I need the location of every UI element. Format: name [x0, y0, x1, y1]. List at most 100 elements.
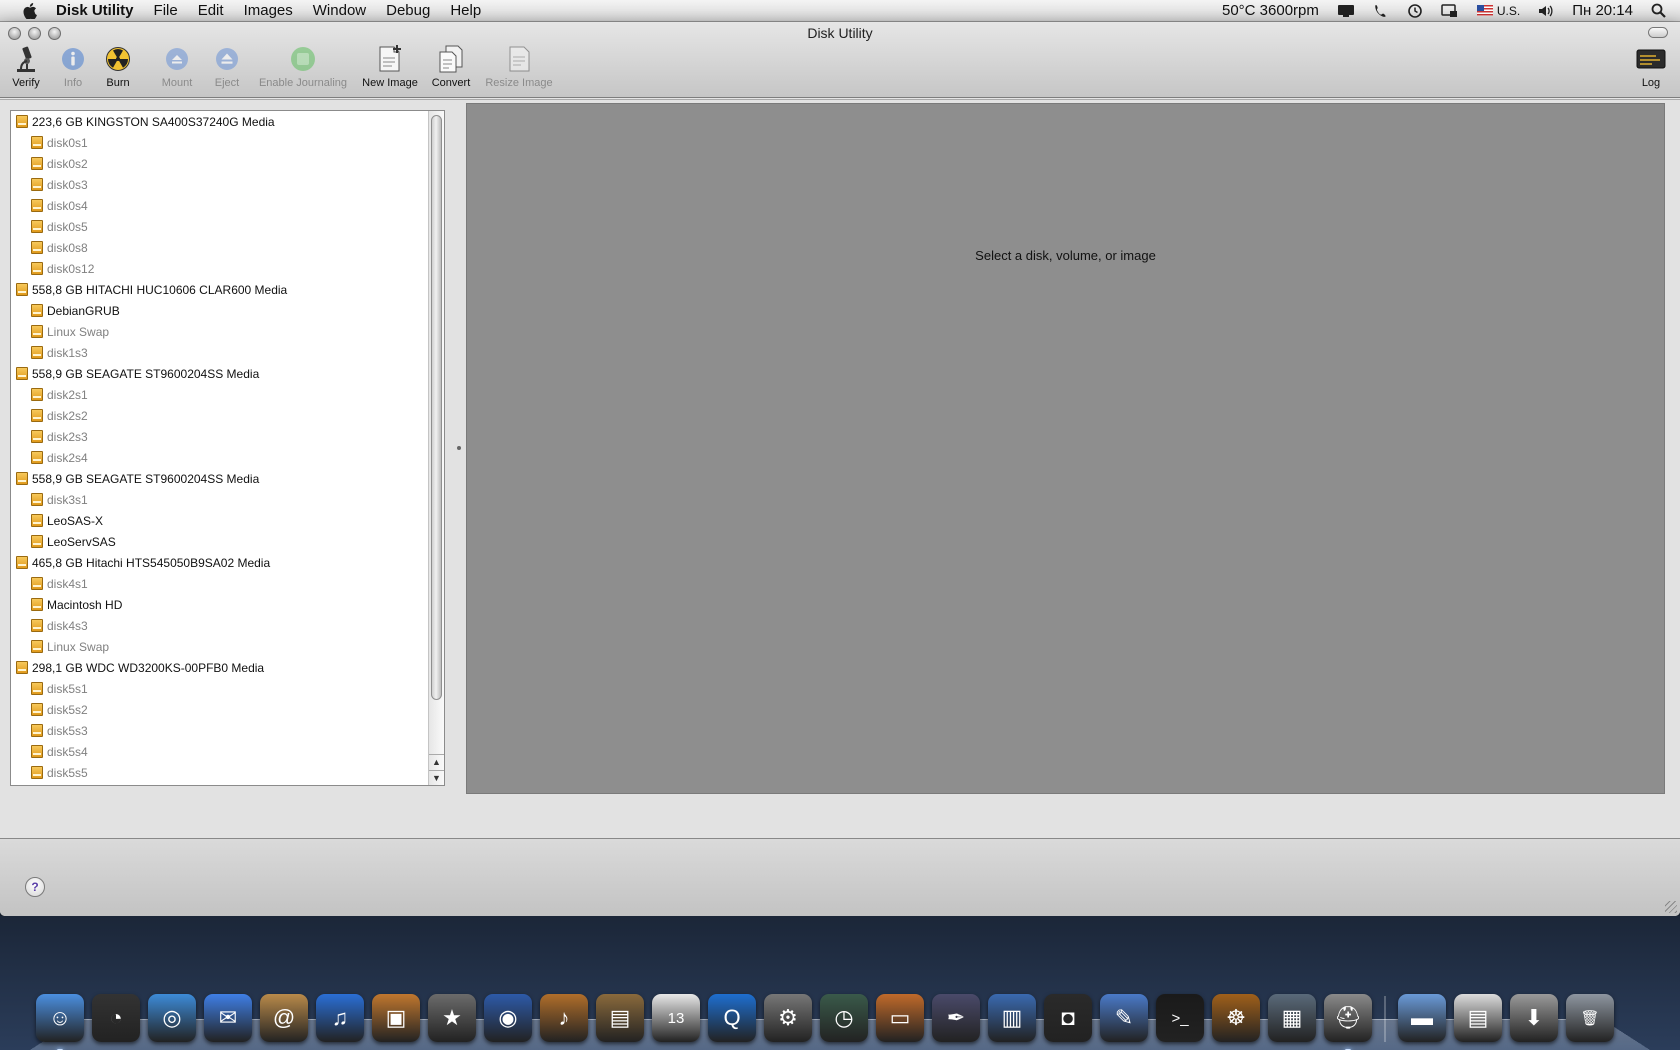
burn-button[interactable]: Burn [102, 44, 134, 98]
volume-row[interactable]: disk5s5 [11, 762, 428, 783]
itunes-icon[interactable]: ♫ [316, 994, 364, 1042]
volume-row[interactable]: disk2s1 [11, 384, 428, 405]
volume-icon [31, 199, 43, 212]
verify-button[interactable]: Verify [8, 44, 44, 98]
disk-row[interactable]: 223,6 GB KINGSTON SA400S37240G Media [11, 111, 428, 132]
dashboard-icon[interactable]: ◔ [92, 994, 140, 1042]
safari-icon[interactable]: ◎ [148, 994, 196, 1042]
applications-folder-icon[interactable]: ▬ [1398, 994, 1446, 1042]
photo-booth-icon[interactable]: ◘ [1044, 994, 1092, 1042]
idvd-icon[interactable]: ◉ [484, 994, 532, 1042]
hard-disk-icon [16, 661, 28, 674]
terminal-icon[interactable]: >_ [1156, 994, 1204, 1042]
volume-row[interactable]: disk5s2 [11, 699, 428, 720]
menu-window[interactable]: Window [303, 2, 376, 19]
toolbar-toggle-button[interactable] [1648, 27, 1668, 38]
spotlight-search-icon[interactable] [1642, 3, 1680, 18]
volume-row[interactable]: disk5s4 [11, 741, 428, 762]
volume-row[interactable]: disk5s3 [11, 720, 428, 741]
disk-row[interactable]: 465,8 GB Hitachi HTS545050B9SA02 Media [11, 552, 428, 573]
sidebar-scrollbar[interactable]: ▲ ▼ [428, 111, 444, 785]
imovie-icon[interactable]: ★ [428, 994, 476, 1042]
volume-row[interactable]: disk0s4 [11, 195, 428, 216]
volume-row[interactable]: disk4s3 [11, 615, 428, 636]
volume-row[interactable]: Macintosh HD [11, 594, 428, 615]
xcode-icon[interactable]: ✎ [1100, 994, 1148, 1042]
disk-row[interactable]: 558,9 GB SEAGATE ST9600204SS Media [11, 363, 428, 384]
volume-row[interactable]: LeoSAS-X [11, 510, 428, 531]
volume-row[interactable]: disk0s8 [11, 237, 428, 258]
menu-app-name[interactable]: Disk Utility [50, 2, 144, 19]
volume-row[interactable]: disk0s2 [11, 153, 428, 174]
volume-row[interactable]: disk1s3 [11, 342, 428, 363]
menu-edit[interactable]: Edit [188, 2, 234, 19]
log-button[interactable]: Log [1634, 44, 1668, 98]
screen-mirror-icon[interactable] [1432, 3, 1468, 19]
downloads-stack-icon[interactable]: ⬇ [1510, 994, 1558, 1042]
volume-row[interactable]: disk2s2 [11, 405, 428, 426]
numbers-icon[interactable]: ▥ [988, 994, 1036, 1042]
volume-row[interactable]: DebianGRUB [11, 300, 428, 321]
disk-row[interactable]: 558,9 GB SEAGATE ST9600204SS Media [11, 468, 428, 489]
trash-icon[interactable]: 🗑 [1566, 994, 1614, 1042]
menu-file[interactable]: File [144, 2, 188, 19]
address-book-icon[interactable]: @ [260, 994, 308, 1042]
system-preferences-icon[interactable]: ⚙ [764, 994, 812, 1042]
resize-grip-icon[interactable] [1665, 901, 1677, 913]
new-image-icon [374, 44, 406, 74]
menu-images[interactable]: Images [234, 2, 303, 19]
ichat-icon[interactable]: ✉ [204, 994, 252, 1042]
hard-disk-icon [16, 556, 28, 569]
convert-button[interactable]: Convert [428, 44, 474, 98]
time-machine-icon[interactable]: ◷ [820, 994, 868, 1042]
volume-row[interactable]: disk0s5 [11, 216, 428, 237]
volume-row[interactable]: disk2s4 [11, 447, 428, 468]
script-editor-icon[interactable]: ✒ [932, 994, 980, 1042]
menu-help[interactable]: Help [440, 2, 491, 19]
apple-menu-icon[interactable] [18, 2, 42, 19]
activity-monitor-icon[interactable]: ▦ [1268, 994, 1316, 1042]
help-button[interactable]: ? [25, 877, 45, 897]
sidebar-scroll-thumb[interactable] [431, 115, 442, 700]
resize-image-button[interactable]: Resize Image [484, 44, 554, 98]
scroll-up-arrow-icon[interactable]: ▲ [429, 754, 444, 769]
info-button[interactable]: Info [58, 44, 88, 98]
phone-icon[interactable] [1364, 3, 1398, 19]
keyboard-layout-menu[interactable]: U.S. [1468, 4, 1529, 18]
menu-clock[interactable]: Пн 20:14 [1563, 2, 1642, 19]
eject-button[interactable]: Eject [212, 44, 242, 98]
volume-row[interactable]: disk0s3 [11, 174, 428, 195]
volume-row[interactable]: Linux Swap [11, 636, 428, 657]
volume-row[interactable]: disk0s1 [11, 132, 428, 153]
menu-debug[interactable]: Debug [376, 2, 440, 19]
volume-row[interactable]: LeoServSAS [11, 531, 428, 552]
ical-icon[interactable]: 13 [652, 994, 700, 1042]
volume-icon[interactable] [1529, 4, 1563, 18]
iphoto-icon[interactable]: ▣ [372, 994, 420, 1042]
keynote-icon[interactable]: ▭ [876, 994, 924, 1042]
quicktime-icon[interactable]: Q [708, 994, 756, 1042]
disk-utility-icon[interactable]: ⛑ [1324, 994, 1372, 1050]
volume-row[interactable]: disk5s1 [11, 678, 428, 699]
volume-row[interactable]: disk3s1 [11, 489, 428, 510]
volume-row[interactable]: Linux Swap [11, 321, 428, 342]
garageband-icon[interactable]: ♪ [540, 994, 588, 1042]
finder-icon[interactable]: ☺ [36, 994, 84, 1050]
disk-row[interactable]: 558,8 GB HITACHI HUC10606 CLAR600 Media [11, 279, 428, 300]
iweb-icon[interactable]: ▤ [596, 994, 644, 1042]
disk-row[interactable]: 298,1 GB WDC WD3200KS-00PFB0 Media [11, 657, 428, 678]
display-icon[interactable] [1328, 4, 1364, 18]
enable-journaling-button[interactable]: Enable Journaling [256, 44, 350, 98]
time-machine-menu-icon[interactable] [1398, 3, 1432, 19]
scroll-down-arrow-icon[interactable]: ▼ [429, 770, 444, 785]
temperature-status[interactable]: 50°C 3600rpm [1213, 2, 1328, 19]
divider-handle-icon[interactable] [457, 446, 461, 450]
volume-row[interactable]: disk4s1 [11, 573, 428, 594]
cog-icon[interactable]: ☸ [1212, 994, 1260, 1042]
documents-stack-icon[interactable]: ▤ [1454, 994, 1502, 1042]
mount-button[interactable]: Mount [158, 44, 196, 98]
volume-row[interactable]: disk0s12 [11, 258, 428, 279]
volume-row[interactable]: disk2s3 [11, 426, 428, 447]
new-image-button[interactable]: New Image [360, 44, 420, 98]
split-view-divider[interactable] [455, 110, 463, 786]
